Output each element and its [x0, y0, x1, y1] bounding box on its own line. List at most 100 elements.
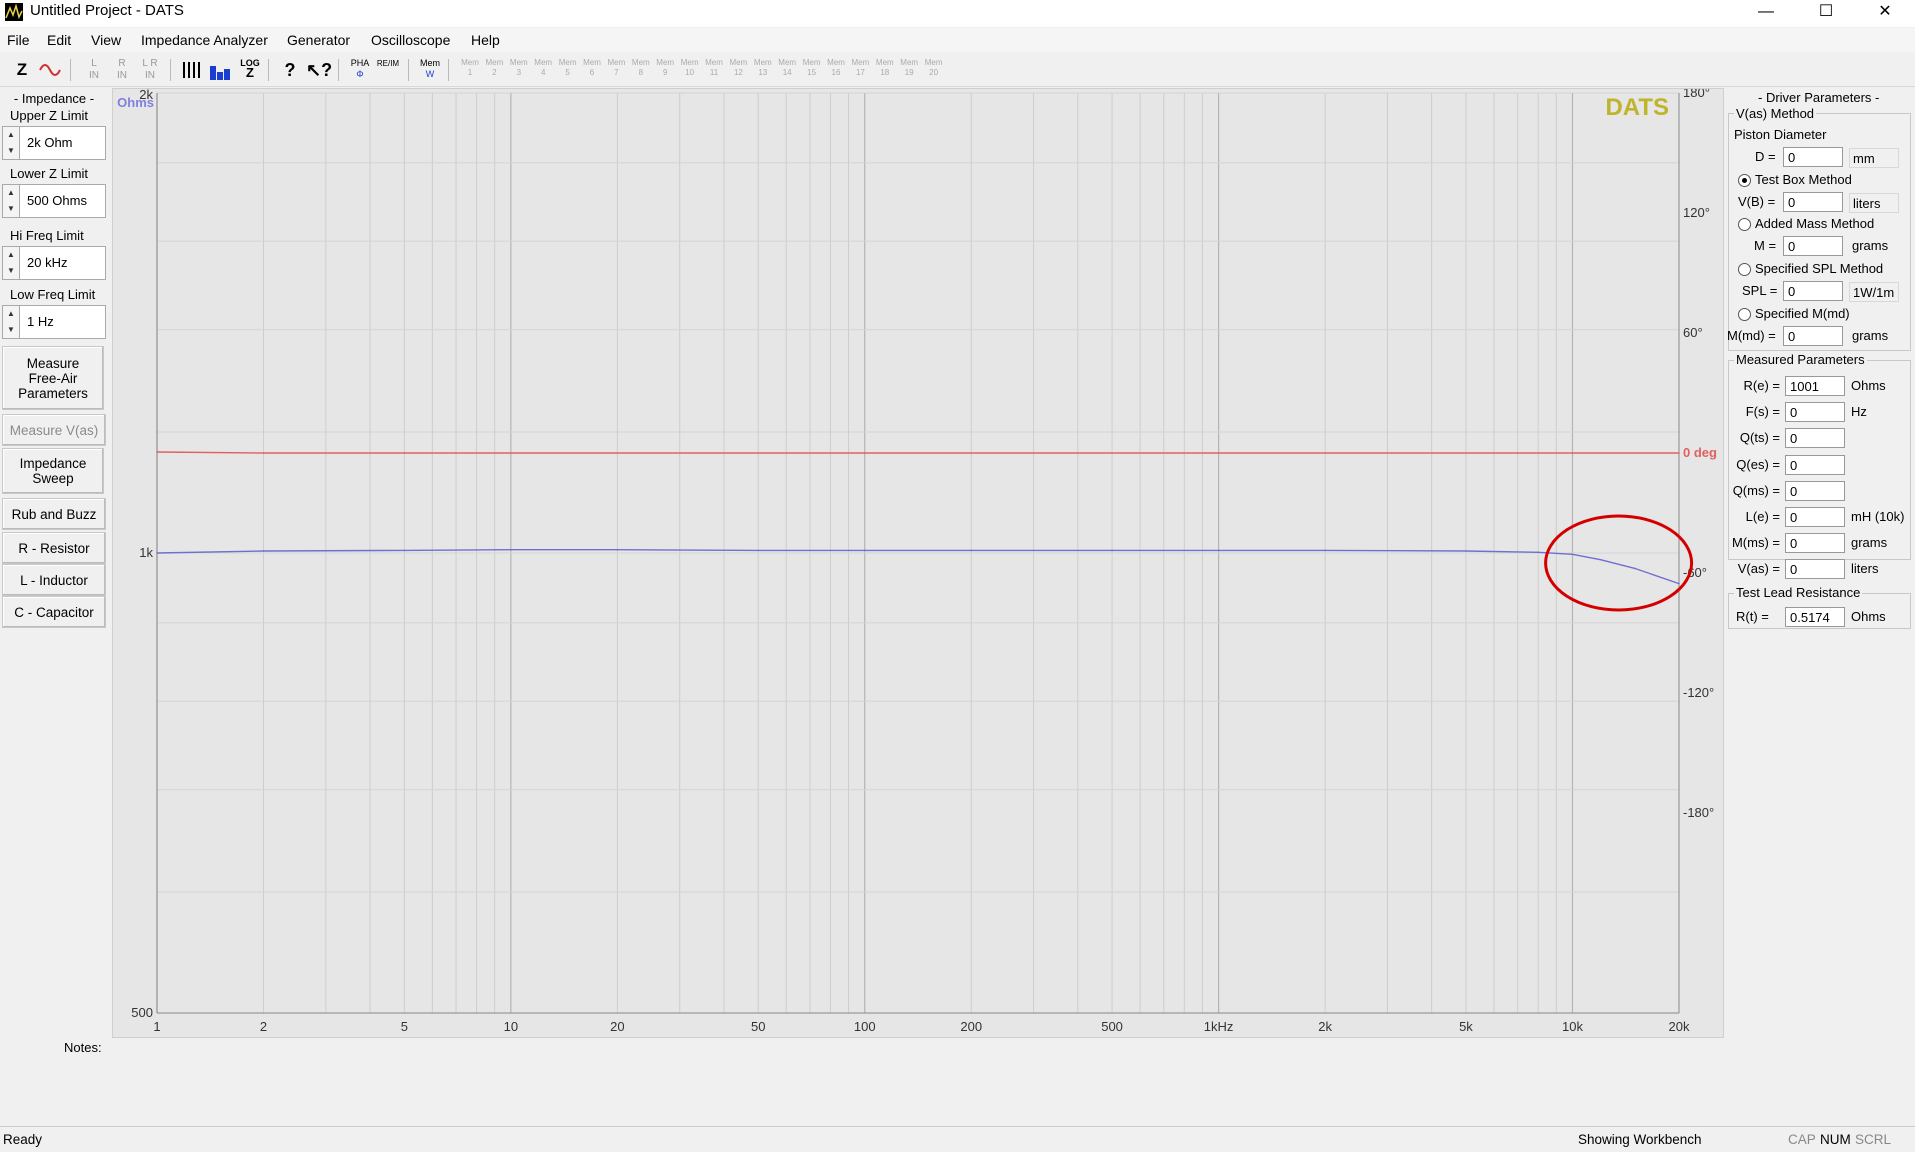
lower-z-value[interactable]: 500 Ohms: [27, 193, 87, 208]
l-inductor-button[interactable]: L - Inductor: [2, 564, 106, 596]
upper-z-value[interactable]: 2k Ohm: [27, 135, 73, 150]
series-point: [863, 452, 866, 454]
close-button[interactable]: ✕: [1856, 0, 1914, 27]
memory-slot-16[interactable]: Mem 16: [824, 58, 848, 82]
memory-slot-4[interactable]: Mem 4: [531, 58, 555, 82]
impedance-sweep-button[interactable]: Impedance Sweep: [2, 448, 104, 494]
measured-param-value[interactable]: 0: [1785, 559, 1845, 580]
help-icon[interactable]: ?: [278, 58, 302, 82]
re-im-button[interactable]: RE/IM: [376, 58, 400, 82]
spin-down-icon[interactable]: ▼: [3, 143, 19, 159]
log-scale-button[interactable]: LOG Z: [238, 58, 262, 82]
measure-free-air-button[interactable]: Measure Free-Air Parameters: [2, 346, 104, 410]
measured-param-value[interactable]: 0: [1785, 428, 1845, 449]
memory-slot-6[interactable]: Mem 6: [580, 58, 604, 82]
low-freq-spinner[interactable]: ▲ ▼ 1 Hz: [2, 305, 106, 339]
menu-oscilloscope[interactable]: Oscilloscope: [371, 32, 450, 48]
rub-and-buzz-button[interactable]: Rub and Buzz: [2, 498, 106, 530]
menu-impedance-analyzer[interactable]: Impedance Analyzer: [141, 32, 268, 48]
bars-icon[interactable]: [180, 58, 204, 82]
spin-down-icon[interactable]: ▼: [3, 322, 19, 338]
menu-view[interactable]: View: [91, 32, 121, 48]
context-help-icon[interactable]: ↖?: [306, 58, 332, 82]
lower-z-spinner[interactable]: ▲ ▼ 500 Ohms: [2, 184, 106, 218]
memory-slot-13[interactable]: Mem 13: [751, 58, 775, 82]
x-tick-label: 10: [504, 1019, 518, 1034]
memory-slot-17[interactable]: Mem 17: [848, 58, 872, 82]
left-input-icon[interactable]: L IN: [82, 58, 106, 82]
spin-up-icon[interactable]: ▲: [3, 306, 19, 322]
spin-down-icon[interactable]: ▼: [3, 263, 19, 279]
rt-input[interactable]: 0.5174: [1785, 607, 1845, 627]
memory-slot-19[interactable]: Mem 19: [897, 58, 921, 82]
menu-edit[interactable]: Edit: [47, 32, 71, 48]
spin-down-icon[interactable]: ▼: [3, 201, 19, 217]
histogram-icon[interactable]: [208, 58, 232, 82]
memory-slot-14[interactable]: Mem 14: [775, 58, 799, 82]
memory-slot-12[interactable]: Mem 12: [726, 58, 750, 82]
measured-param-value[interactable]: 0: [1785, 533, 1845, 554]
series-line-impedance: [156, 549, 1680, 585]
memory-slot-20[interactable]: Mem 20: [922, 58, 946, 82]
phase-button[interactable]: PHA Φ: [348, 58, 372, 82]
low-freq-value[interactable]: 1 Hz: [27, 314, 54, 329]
memory-slot-1[interactable]: Mem 1: [458, 58, 482, 82]
menu-file[interactable]: File: [7, 32, 30, 48]
spl-method-radio[interactable]: [1738, 263, 1751, 276]
impedance-chart[interactable]: 1 2 5 10 20 50 100 200 500 1kHz 2k 5k 10k 20k2k1k500O…: [113, 85, 1723, 1037]
right-input-icon[interactable]: R IN: [110, 58, 134, 82]
mmd-input[interactable]: 0: [1783, 326, 1843, 346]
window-title: Untitled Project - DATS: [30, 2, 184, 19]
memory-slot-18[interactable]: Mem 18: [873, 58, 897, 82]
measure-vas-button[interactable]: Measure V(as): [2, 414, 106, 446]
memory-slot-10[interactable]: Mem 10: [678, 58, 702, 82]
upper-z-spinner[interactable]: ▲ ▼ 2k Ohm: [2, 126, 106, 160]
series-point: [403, 549, 406, 552]
minimize-button[interactable]: —: [1737, 0, 1795, 27]
measured-param-value[interactable]: 0: [1785, 480, 1845, 501]
memory-slot-15[interactable]: Mem 15: [800, 58, 824, 82]
measured-param-value[interactable]: 0: [1785, 454, 1845, 475]
r-resistor-button[interactable]: R - Resistor: [2, 532, 106, 564]
x-tick-label: 1kHz: [1204, 1019, 1234, 1034]
memory-slot-11[interactable]: Mem 11: [702, 58, 726, 82]
impedance-plot[interactable]: 1 2 5 10 20 50 100 200 500 1kHz 2k 5k 10k 20k 2k 1k 500 O…: [112, 85, 1724, 1038]
measured-param-value[interactable]: 1001: [1785, 376, 1845, 396]
m-input[interactable]: 0: [1783, 236, 1843, 256]
memory-slot-8[interactable]: Mem 8: [629, 58, 653, 82]
test-box-radio[interactable]: [1738, 174, 1751, 187]
series-point: [1678, 582, 1680, 585]
measured-param-value[interactable]: 0: [1785, 507, 1845, 527]
memory-slot-9[interactable]: Mem 9: [653, 58, 677, 82]
impedance-mode-button[interactable]: Z: [10, 58, 34, 82]
spl-input[interactable]: 0: [1783, 281, 1843, 301]
measured-parameters-label: Measured Parameters: [1734, 352, 1867, 367]
spin-up-icon[interactable]: ▲: [3, 127, 19, 143]
memory-write-button[interactable]: Mem W: [418, 58, 442, 82]
series-point: [1599, 558, 1602, 561]
memory-slot-3[interactable]: Mem 3: [507, 58, 531, 82]
memory-slot-2[interactable]: Mem 2: [482, 58, 506, 82]
measured-param-label: L(e) =: [1745, 509, 1780, 524]
d-label: D =: [1755, 149, 1776, 164]
added-mass-radio[interactable]: [1738, 218, 1751, 231]
rt-label: R(t) =: [1736, 609, 1769, 624]
hi-freq-value[interactable]: 20 kHz: [27, 255, 67, 270]
stereo-input-icon[interactable]: L R IN: [138, 58, 162, 82]
memory-slot-5[interactable]: Mem 5: [556, 58, 580, 82]
maximize-button[interactable]: ☐: [1797, 0, 1855, 27]
menu-generator[interactable]: Generator: [287, 32, 350, 48]
vb-input[interactable]: 0: [1783, 192, 1843, 212]
sine-wave-icon[interactable]: [38, 58, 62, 82]
status-bar: Ready Showing Workbench CAP NUM SCRL: [0, 1126, 1915, 1152]
spin-up-icon[interactable]: ▲: [3, 247, 19, 263]
menu-help[interactable]: Help: [471, 32, 500, 48]
c-capacitor-button[interactable]: C - Capacitor: [2, 596, 106, 628]
memory-slot-7[interactable]: Mem 7: [604, 58, 628, 82]
piston-diameter-input[interactable]: 0: [1783, 147, 1843, 167]
measured-param-value[interactable]: 0: [1785, 402, 1845, 423]
dats-watermark: DATS: [1605, 94, 1669, 121]
hi-freq-spinner[interactable]: ▲ ▼ 20 kHz: [2, 246, 106, 280]
mmd-method-radio[interactable]: [1738, 308, 1751, 321]
spin-up-icon[interactable]: ▲: [3, 185, 19, 201]
